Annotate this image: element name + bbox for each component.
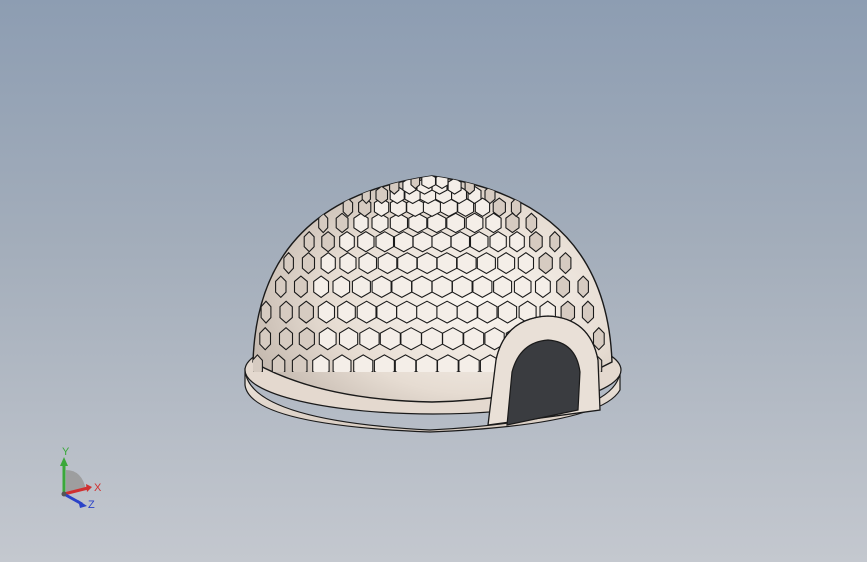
hex-panel <box>278 326 294 351</box>
hex-panel <box>456 252 477 275</box>
hex-panel <box>592 326 605 351</box>
hex-panel <box>556 275 571 299</box>
hex-panel <box>513 275 532 299</box>
hex-panel <box>321 230 335 253</box>
hex-panel <box>411 275 433 299</box>
hex-panel <box>337 300 356 324</box>
hex-panel <box>431 231 452 253</box>
hex-panel <box>464 177 475 195</box>
hex-panel <box>339 252 357 275</box>
hex-panel <box>356 300 377 324</box>
hex-panel <box>451 275 473 299</box>
hex-panel <box>435 176 449 190</box>
hex-panel <box>351 275 371 299</box>
hex-panel <box>358 252 378 275</box>
hex-panel <box>469 231 489 253</box>
hex-panel <box>313 275 330 299</box>
hex-panel <box>517 252 535 275</box>
hex-panel <box>489 231 507 253</box>
hex-panel <box>371 212 389 234</box>
hex-panel <box>410 176 421 190</box>
hex-panel <box>376 300 398 324</box>
hex-panel <box>301 251 316 275</box>
hex-panel <box>525 212 538 234</box>
hex-panel <box>577 275 589 299</box>
hex-panel <box>353 212 369 234</box>
hex-panel <box>581 300 595 324</box>
hex-panel <box>259 326 272 351</box>
hex-panel <box>332 275 351 299</box>
x-axis-label: X <box>94 482 102 494</box>
hex-panel <box>275 275 287 299</box>
hex-panel <box>298 327 315 351</box>
hex-panel <box>534 275 551 299</box>
hex-panel <box>463 327 485 351</box>
hex-panel <box>436 300 458 324</box>
hex-panel <box>465 212 484 234</box>
hex-panel <box>477 300 498 324</box>
hex-panel <box>559 251 572 275</box>
hex-panel <box>436 252 458 275</box>
hex-panel <box>391 275 413 299</box>
orientation-triad: Y X Z <box>60 446 102 511</box>
hex-panel <box>283 251 294 275</box>
hex-panel <box>357 231 375 253</box>
hex-panel <box>456 300 478 324</box>
hex-panel <box>509 231 525 253</box>
hex-panel <box>476 252 496 275</box>
z-axis-label: Z <box>88 499 95 511</box>
hex-panel <box>412 231 433 253</box>
hex-panel <box>389 177 400 195</box>
hex-panel <box>450 231 471 253</box>
hex-panel <box>497 300 518 324</box>
hex-panel <box>472 275 493 299</box>
hex-panel <box>361 185 371 205</box>
hex-panel <box>342 197 354 218</box>
hex-panel <box>260 300 272 324</box>
dome-model[interactable] <box>0 0 867 562</box>
hex-panel <box>529 230 543 253</box>
hex-panel <box>318 212 329 234</box>
hex-panel <box>421 327 443 351</box>
hex-panel <box>393 231 414 253</box>
hex-panel <box>279 300 293 324</box>
hex-panel <box>549 230 561 253</box>
hex-panel <box>320 252 336 275</box>
hex-panel <box>339 231 355 253</box>
hex-panel <box>408 212 428 234</box>
hex-panel <box>375 231 395 253</box>
graphics-viewport[interactable]: Y X Z <box>0 0 867 562</box>
hex-panel <box>318 327 337 351</box>
hex-panel <box>298 300 314 324</box>
hex-panel <box>375 185 389 205</box>
hex-panel <box>397 252 418 275</box>
hex-panel <box>416 300 438 324</box>
hex-panel <box>338 327 359 351</box>
hex-panel <box>538 251 553 275</box>
hex-panel <box>335 212 349 234</box>
hex-panel <box>493 275 513 299</box>
hex-panel <box>492 197 506 218</box>
hex-panel <box>359 327 380 351</box>
hex-panel <box>396 300 418 324</box>
hex-panel <box>400 327 422 351</box>
hex-panel <box>497 252 516 275</box>
hex-panel <box>427 212 447 234</box>
hex-panel <box>510 197 522 218</box>
hex-panel <box>379 327 401 351</box>
hex-panel <box>377 252 398 275</box>
hex-panel <box>317 300 336 324</box>
y-axis-label: Y <box>62 446 70 458</box>
hex-panel <box>293 275 308 299</box>
hex-panel <box>416 252 438 275</box>
hex-panel <box>442 327 464 351</box>
hex-panel <box>371 275 392 299</box>
hex-panel <box>431 275 453 299</box>
hex-panel <box>303 230 315 253</box>
